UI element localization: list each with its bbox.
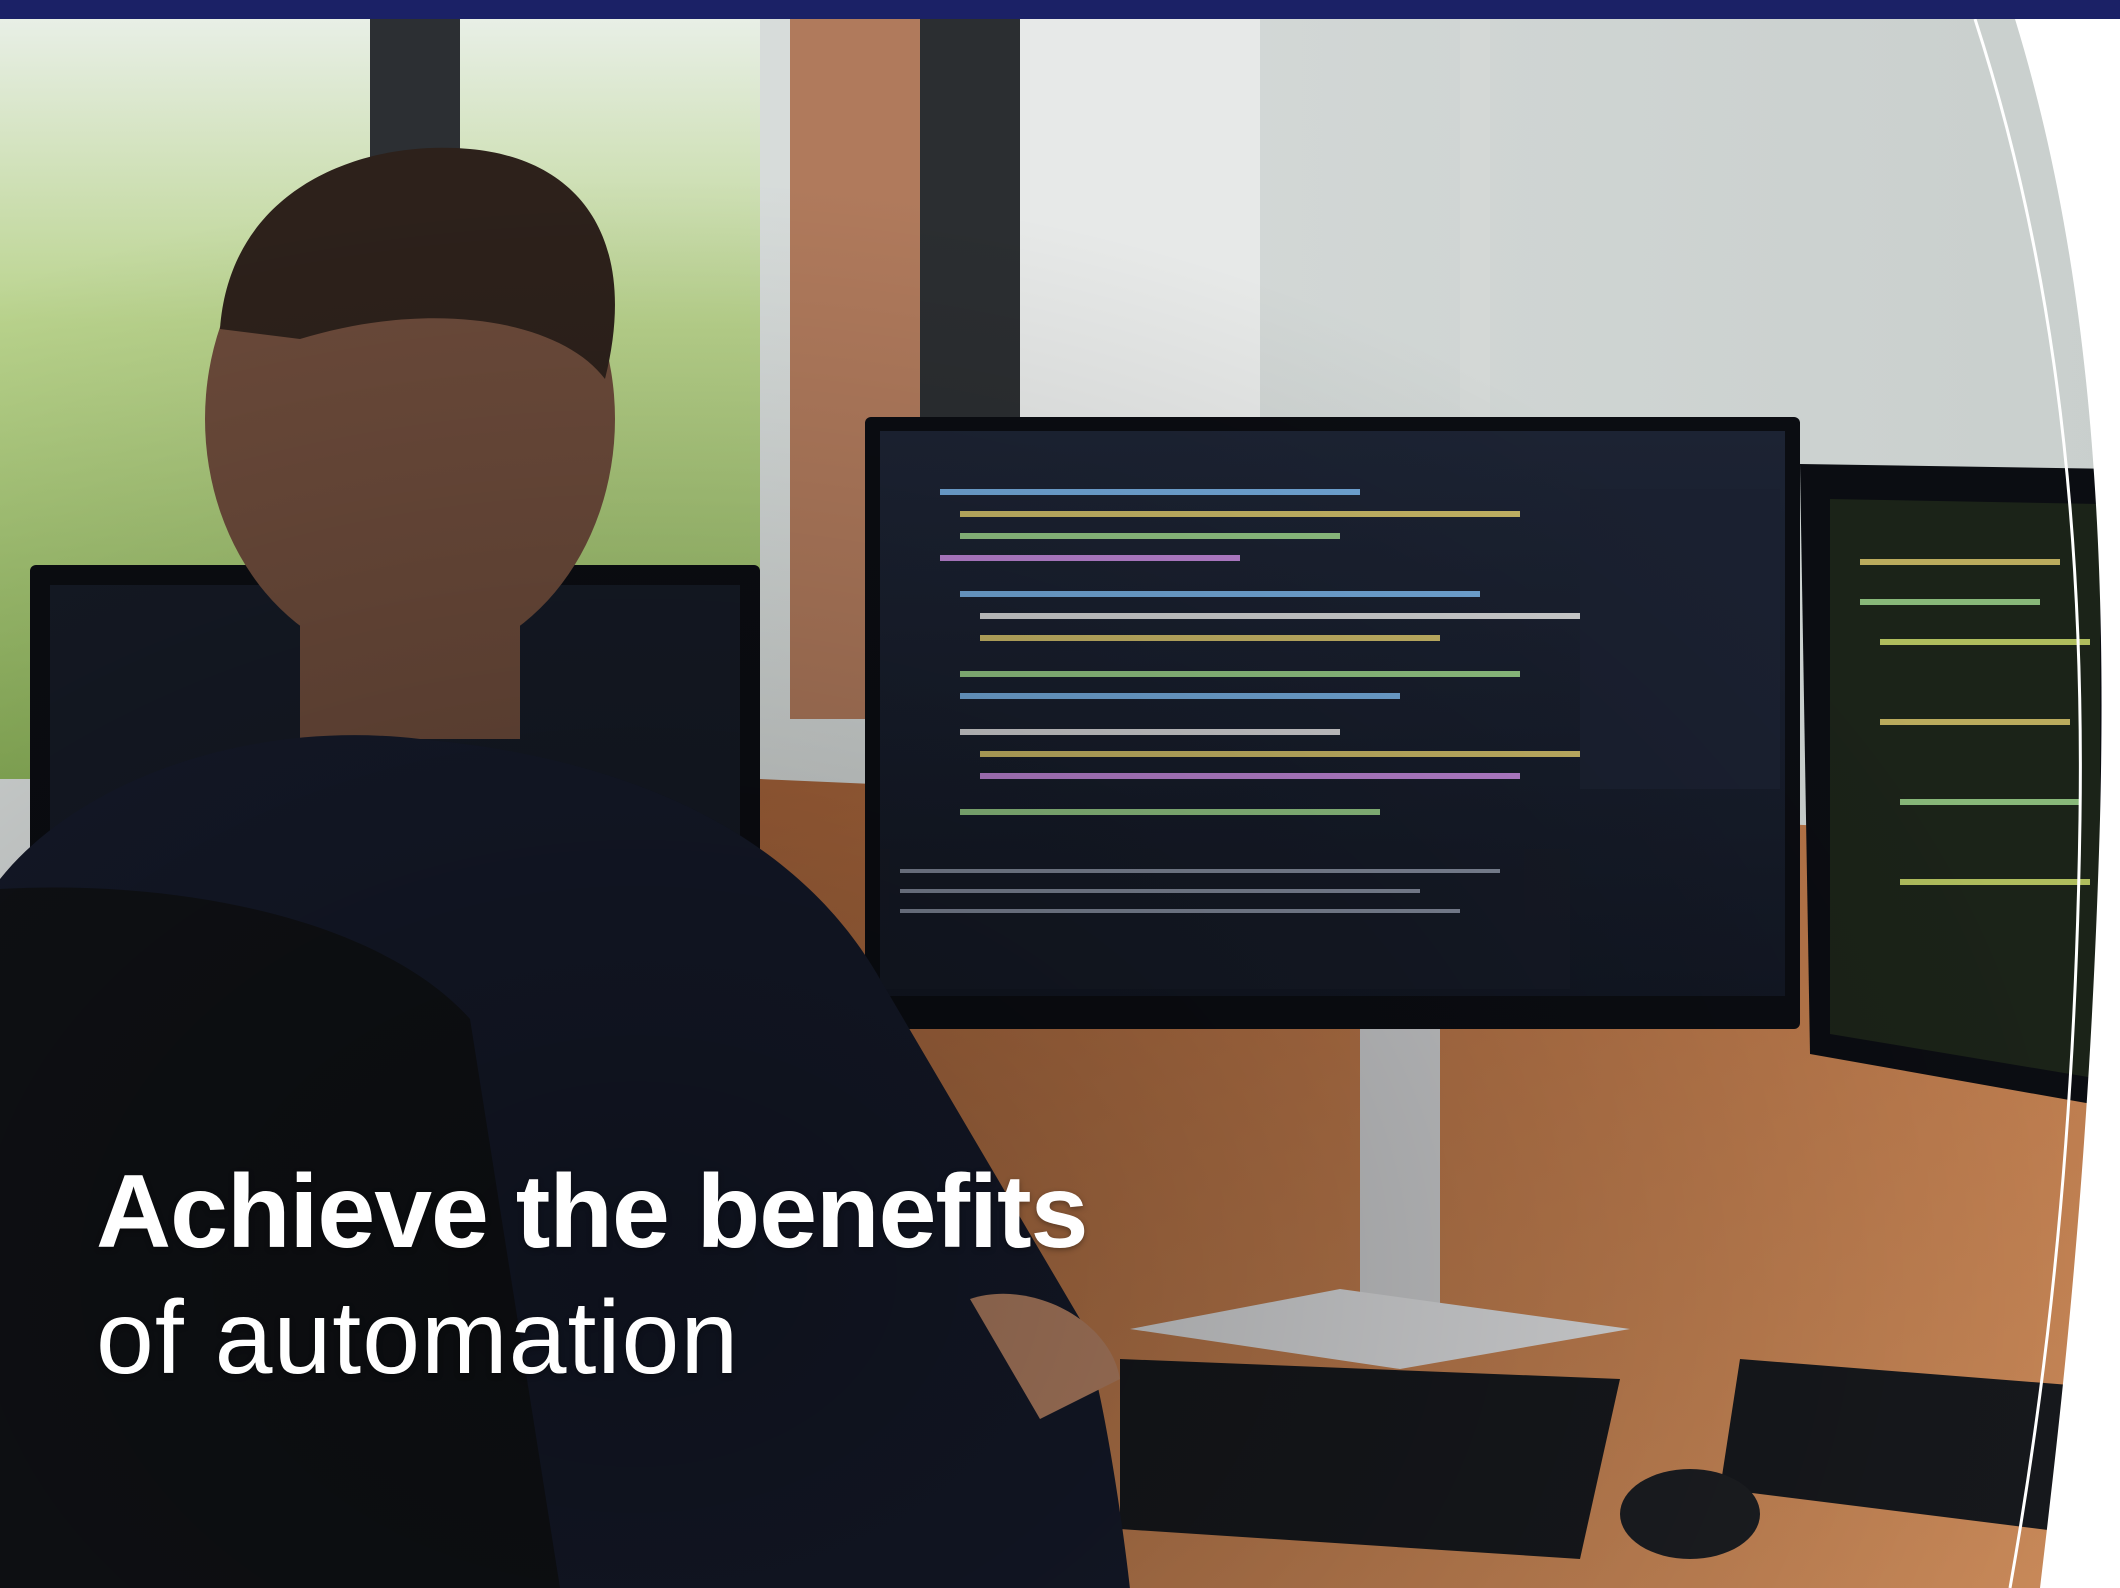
hero-headline: Achieve the benefits of automation: [96, 1152, 1088, 1404]
headline-bold: Achieve the benefits: [96, 1154, 1088, 1270]
hero-banner: Achieve the benefits of automation: [0, 0, 2120, 1588]
top-band: [0, 0, 2120, 19]
headline-light: of automation: [96, 1280, 740, 1396]
